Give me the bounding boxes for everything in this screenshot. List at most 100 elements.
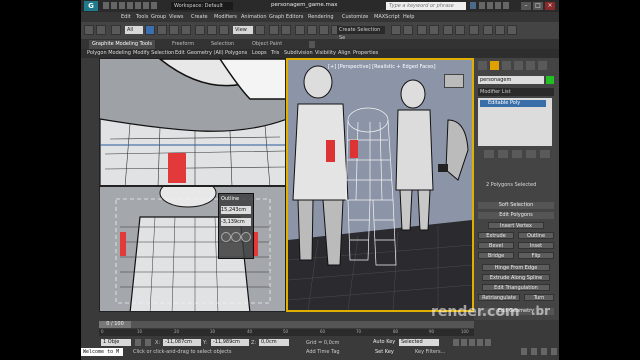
make-unique-icon[interactable]: [512, 150, 522, 158]
menu-group[interactable]: Group: [151, 14, 166, 20]
zoom-icon[interactable]: [521, 348, 527, 355]
render-production-icon[interactable]: [507, 25, 517, 35]
new-file-icon[interactable]: [103, 2, 109, 9]
window-crossing-icon[interactable]: [181, 25, 191, 35]
rectangular-selection-icon[interactable]: [169, 25, 179, 35]
display-tab-icon[interactable]: [526, 61, 535, 70]
tab-object-paint[interactable]: Object Paint: [249, 40, 285, 49]
undo-icon[interactable]: [127, 2, 133, 9]
menu-create[interactable]: Create: [191, 14, 208, 20]
hold-icon[interactable]: [143, 2, 149, 9]
utilities-tab-icon[interactable]: [538, 61, 547, 70]
layer-manager-icon[interactable]: [417, 25, 427, 35]
workspace-dropdown[interactable]: Workspace: Default: [171, 2, 233, 10]
redo-icon[interactable]: [135, 2, 141, 9]
menu-rendering[interactable]: Rendering: [308, 14, 334, 20]
material-editor-icon[interactable]: [469, 25, 479, 35]
reference-coordinate-dropdown[interactable]: View: [233, 26, 253, 34]
viewport-label[interactable]: [+] [Perspective] [Realistic + Edged Fac…: [328, 64, 436, 70]
maximize-button[interactable]: □: [533, 2, 543, 10]
y-coordinate-field[interactable]: -11,989cm: [211, 339, 249, 346]
object-name-field[interactable]: personagem: [478, 76, 544, 84]
key-filters-button[interactable]: Key Filters...: [415, 349, 445, 355]
panel-polygon-modeling[interactable]: Polygon Modeling: [87, 50, 131, 56]
turn-button[interactable]: Turn: [524, 294, 554, 301]
viewport-top-left[interactable]: [99, 58, 286, 186]
favorites-icon[interactable]: [495, 2, 501, 9]
bridge-button[interactable]: Bridge: [478, 252, 514, 259]
bevel-button[interactable]: Bevel: [478, 242, 514, 249]
scale-icon[interactable]: [219, 25, 229, 35]
z-coordinate-field[interactable]: 0,0cm: [259, 339, 289, 346]
snaps-toggle-icon[interactable]: [295, 25, 305, 35]
viewport-perspective[interactable]: [+] [Perspective] [Realistic + Edged Fac…: [286, 58, 474, 312]
menu-tools[interactable]: Tools: [136, 14, 148, 20]
insert-vertex-button[interactable]: Insert Vertex: [488, 222, 544, 229]
help-icon[interactable]: [503, 2, 509, 9]
previous-frame-icon[interactable]: [461, 339, 467, 346]
tab-graphite-modeling-tools[interactable]: Graphite Modeling Tools: [89, 40, 156, 49]
time-slider-handle[interactable]: 0 / 100: [99, 321, 131, 328]
tab-selection[interactable]: Selection: [208, 40, 237, 49]
angle-snap-icon[interactable]: [307, 25, 317, 35]
link-icon[interactable]: [111, 25, 121, 35]
menu-modifiers[interactable]: Modifiers: [214, 14, 237, 20]
x-coordinate-field[interactable]: -11,087cm: [163, 339, 201, 346]
select-by-name-icon[interactable]: [157, 25, 167, 35]
panel-polygons[interactable]: Polygons: [225, 50, 247, 56]
selection-filter-dropdown[interactable]: All: [125, 26, 143, 34]
rendered-frame-window-icon[interactable]: [495, 25, 505, 35]
edit-triangulation-button[interactable]: Edit Triangulation: [482, 284, 550, 291]
minimize-button[interactable]: –: [521, 2, 531, 10]
app-logo-button[interactable]: G: [84, 1, 98, 11]
select-manipulate-icon[interactable]: [269, 25, 279, 35]
play-icon[interactable]: [469, 339, 475, 346]
flip-button[interactable]: Flip: [518, 252, 554, 259]
add-time-tag-button[interactable]: Add Time Tag: [306, 349, 340, 355]
selection-lock-icon[interactable]: [135, 339, 141, 346]
panel-tris[interactable]: Tris: [271, 50, 279, 56]
extrude-button[interactable]: Extrude: [478, 232, 514, 239]
caddy-ok-icon[interactable]: [221, 232, 231, 242]
search-icon[interactable]: [470, 2, 476, 9]
caddy-value-field-2[interactable]: -3,139cm: [221, 218, 251, 226]
show-end-result-icon[interactable]: [498, 150, 508, 158]
schematic-view-icon[interactable]: [455, 25, 465, 35]
menu-help[interactable]: Help: [403, 14, 414, 20]
key-mode-dropdown[interactable]: Selected: [399, 339, 439, 346]
track-bar[interactable]: 0 10 20 30 40 50 60 70 80 90 100: [99, 329, 474, 336]
outline-button[interactable]: Outline: [518, 232, 554, 239]
caddy-apply-icon[interactable]: [231, 232, 241, 242]
panel-geometry-all[interactable]: Geometry (All): [187, 50, 224, 56]
named-selection-set-dropdown[interactable]: Create Selection Se: [337, 26, 385, 41]
pivot-center-icon[interactable]: [255, 25, 265, 35]
panel-loops[interactable]: Loops: [252, 50, 267, 56]
set-key-button[interactable]: Set Key: [375, 349, 394, 355]
panel-visibility[interactable]: Visibility: [315, 50, 336, 56]
auto-key-button[interactable]: Auto Key: [373, 339, 395, 345]
edit-polygons-rollout[interactable]: Edit Polygons: [478, 212, 554, 219]
menu-maxscript[interactable]: MAXScript: [374, 14, 400, 20]
modifier-list-dropdown[interactable]: Modifier List: [478, 88, 554, 96]
caddy-value-field-1[interactable]: 15,243cm: [221, 206, 251, 214]
curve-editor-icon[interactable]: [443, 25, 453, 35]
absolute-mode-icon[interactable]: [145, 339, 151, 346]
ribbon-minimize-icon[interactable]: [309, 41, 315, 48]
close-button[interactable]: ×: [545, 2, 555, 10]
menu-views[interactable]: Views: [169, 14, 183, 20]
remove-modifier-icon[interactable]: [526, 150, 536, 158]
create-tab-icon[interactable]: [478, 61, 487, 70]
stack-item-editable-poly[interactable]: Editable Poly: [480, 100, 546, 107]
extrude-along-spline-button[interactable]: Extrude Along Spline: [482, 274, 550, 281]
move-icon[interactable]: [195, 25, 205, 35]
align-icon[interactable]: [403, 25, 413, 35]
go-to-end-icon[interactable]: [485, 339, 491, 346]
inset-button[interactable]: Inset: [518, 242, 554, 249]
rotate-icon[interactable]: [207, 25, 217, 35]
menu-animation[interactable]: Animation: [241, 14, 267, 20]
maximize-viewport-icon[interactable]: [551, 348, 557, 355]
keyboard-shortcut-icon[interactable]: [281, 25, 291, 35]
pan-icon[interactable]: [531, 348, 537, 355]
panel-modify-selection[interactable]: Modify Selection: [133, 50, 174, 56]
motion-tab-icon[interactable]: [514, 61, 523, 70]
